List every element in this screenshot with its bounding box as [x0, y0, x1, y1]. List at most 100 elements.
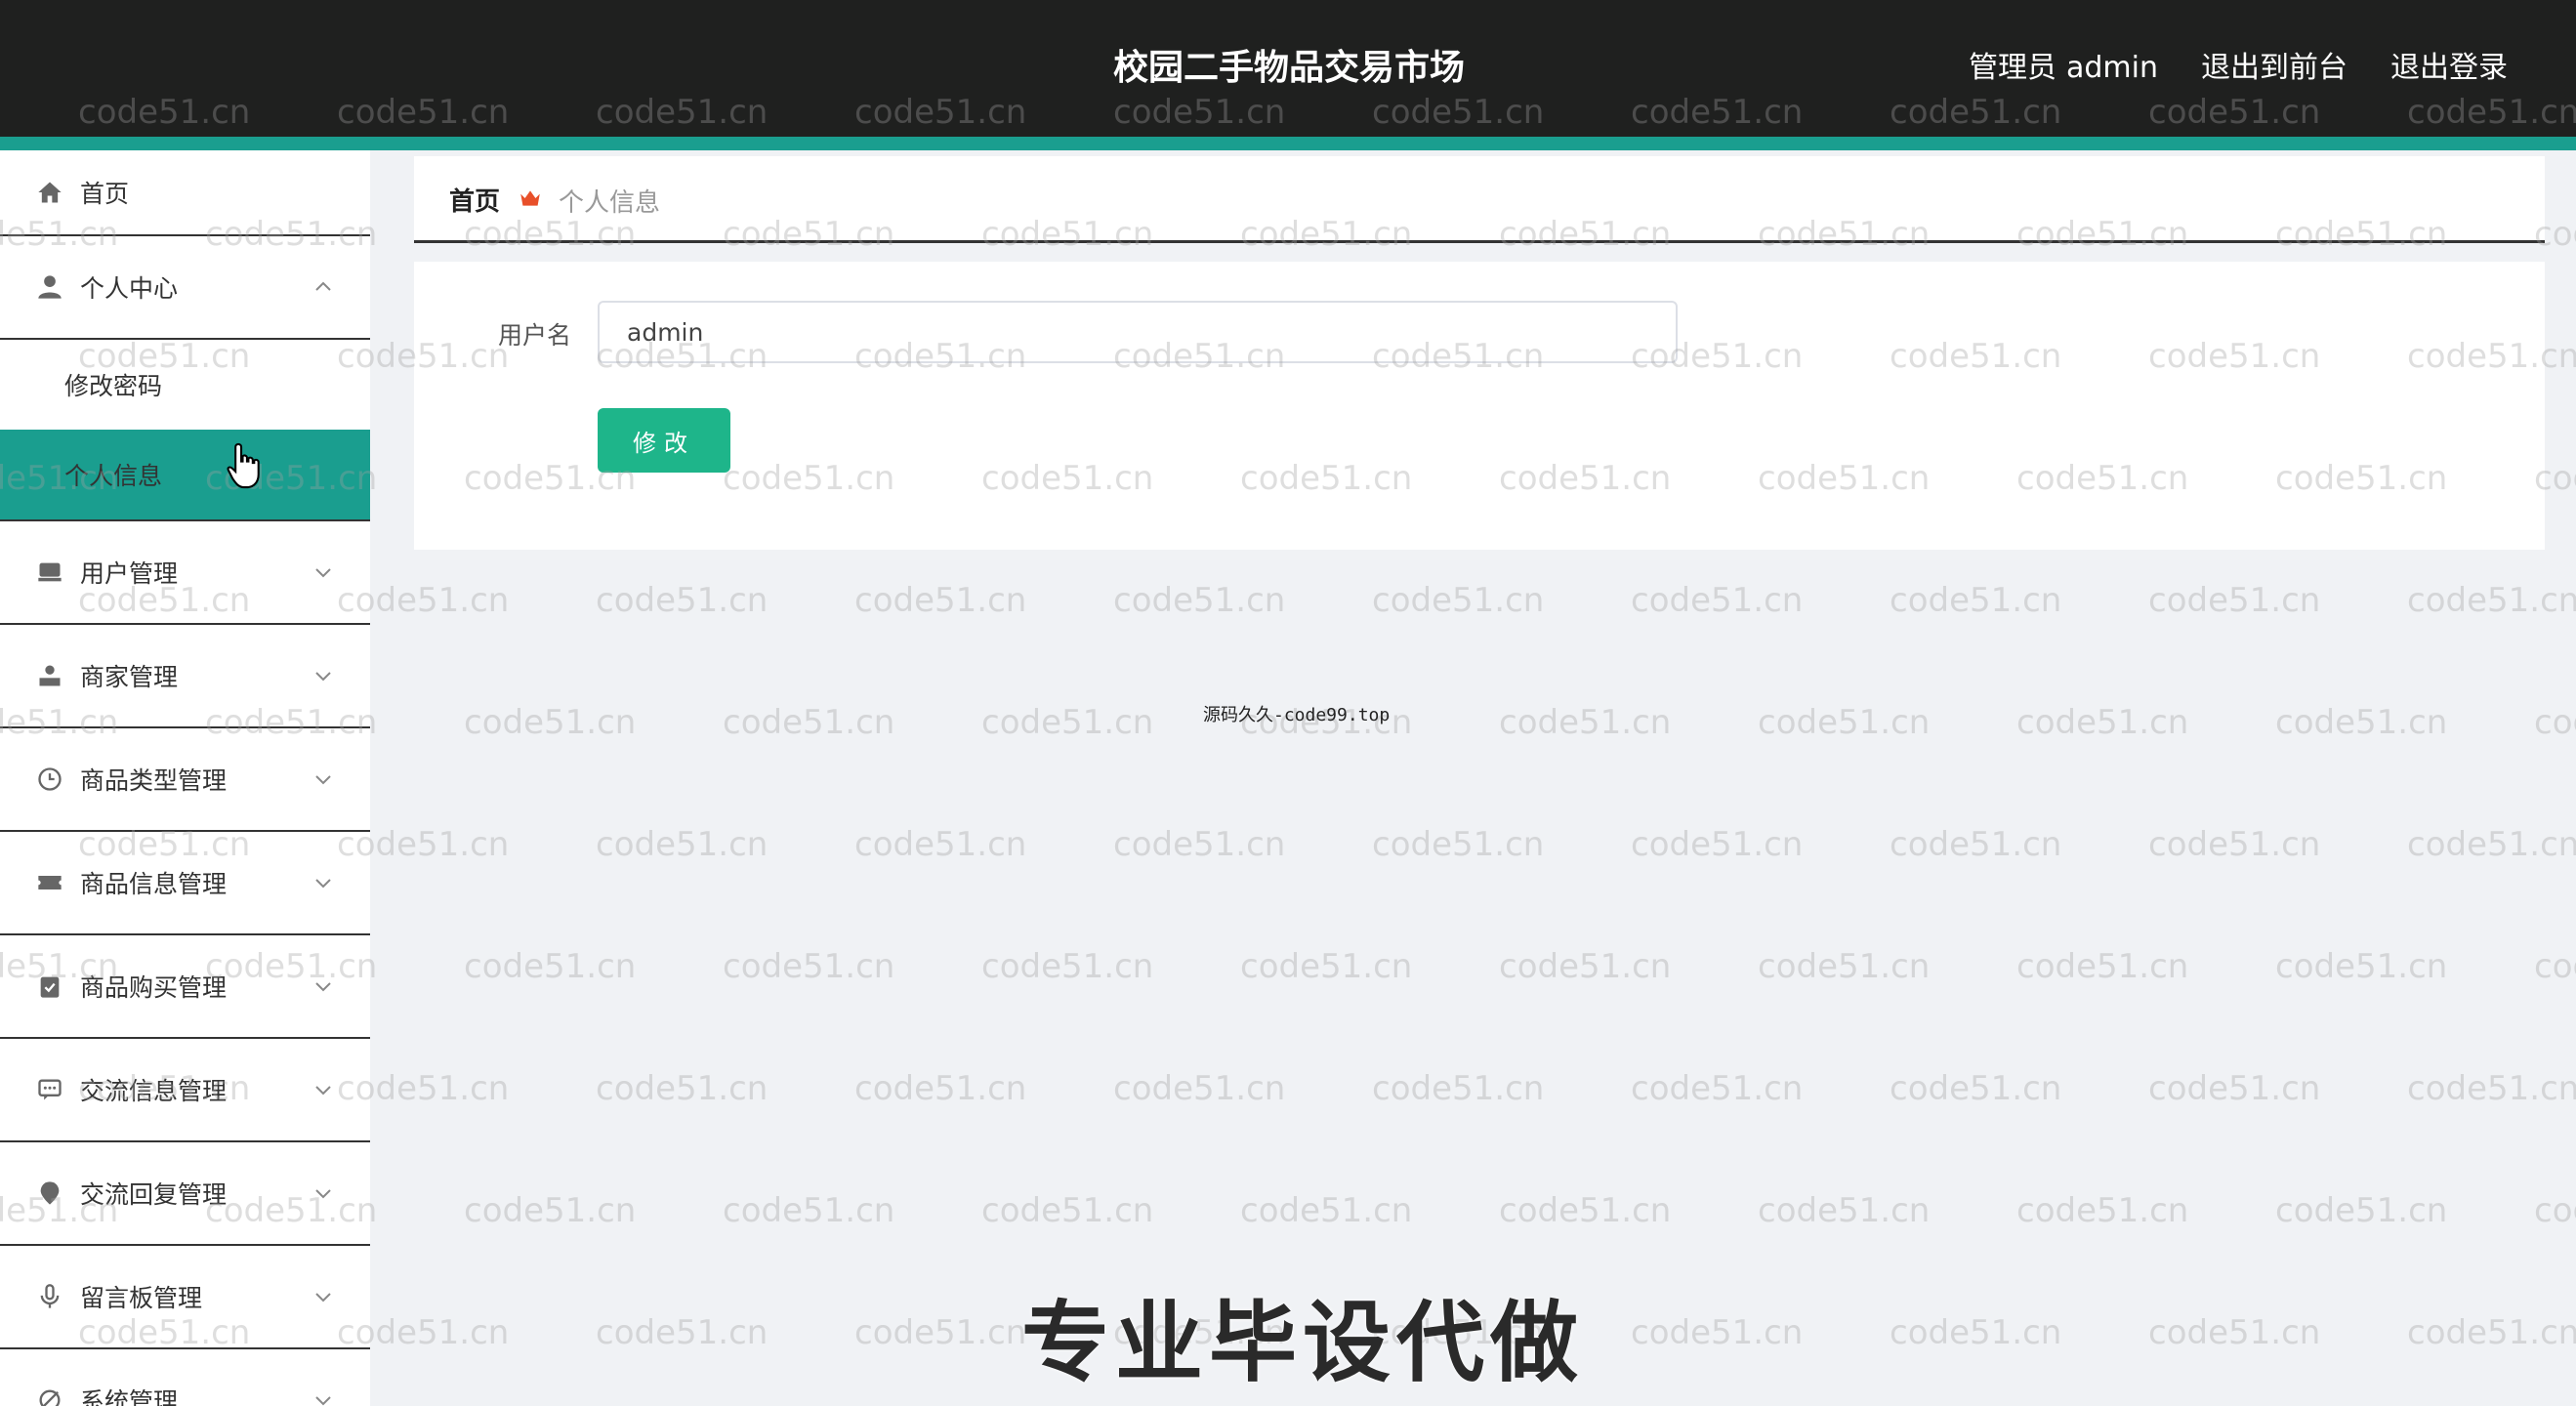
microphone-icon — [33, 1280, 66, 1313]
sidebar-item-merchant-management[interactable]: 商家管理 — [0, 625, 370, 728]
watermark-text: code51.cn — [723, 947, 895, 986]
watermark-text: code51.cn — [1890, 581, 2062, 620]
watermark-text: code51.cn — [1758, 1191, 1931, 1230]
watermark-text: code51.cn — [464, 947, 637, 986]
chevron-down-icon — [315, 982, 331, 992]
watermark-text: code51.cn — [2016, 703, 2189, 742]
watermark-text: code51.cn — [2275, 1191, 2448, 1230]
chevron-down-icon — [315, 1189, 331, 1199]
sidebar-item-personal-info[interactable]: 个人信息 — [0, 430, 370, 519]
sidebar-item-personal-center[interactable]: 个人中心 — [0, 236, 370, 340]
sidebar: 首页 个人中心 修改密码 个人信息 用户管理 商家管理 商品类型管理 商品信息管… — [0, 150, 370, 1406]
watermark-text: code51.cn — [464, 1191, 637, 1230]
breadcrumb-current: 个人信息 — [559, 188, 661, 218]
watermark-text: code51.cn — [1113, 581, 1286, 620]
watermark-text: code51.cn — [981, 703, 1154, 742]
clock-icon — [33, 763, 66, 796]
watermark-text: code51.cn — [1631, 1313, 1804, 1352]
breadcrumb: 首页 个人信息 — [414, 156, 2545, 243]
chevron-down-icon — [315, 1086, 331, 1096]
chevron-down-icon — [315, 1293, 331, 1303]
watermark-text: code51.cn — [2534, 947, 2576, 986]
logout-link[interactable]: 退出登录 — [2390, 39, 2508, 98]
sidebar-item-reply-management[interactable]: 交流回复管理 — [0, 1142, 370, 1246]
watermark-text: code51.cn — [1499, 1191, 1672, 1230]
sidebar-item-message-board-management[interactable]: 留言板管理 — [0, 1246, 370, 1349]
watermark-text: code51.cn — [1372, 1069, 1545, 1108]
sidebar-item-user-management[interactable]: 用户管理 — [0, 521, 370, 625]
chevron-down-icon — [315, 879, 331, 889]
watermark-text: code51.cn — [2407, 825, 2576, 864]
watermark-text: code51.cn — [2407, 1069, 2576, 1108]
clipboard-icon — [33, 970, 66, 1003]
top-header: 校园二手物品交易市场 管理员 admin 退出到前台 退出登录 — [0, 0, 2576, 137]
watermark-text: code51.cn — [1631, 1069, 1804, 1108]
home-icon — [33, 176, 66, 209]
watermark-text: code51.cn — [2534, 703, 2576, 742]
ticket-icon — [33, 866, 66, 899]
username-field[interactable] — [598, 301, 1678, 363]
sidebar-item-label: 商品类型管理 — [80, 766, 228, 795]
location-icon — [33, 1177, 66, 1210]
sidebar-item-exchange-info-management[interactable]: 交流信息管理 — [0, 1039, 370, 1142]
exit-to-front-link[interactable]: 退出到前台 — [2201, 39, 2347, 98]
sidebar-item-purchase-management[interactable]: 商品购买管理 — [0, 935, 370, 1039]
watermark-text: code51.cn — [2534, 1191, 2576, 1230]
watermark-text: code51.cn — [1372, 825, 1545, 864]
watermark-text: code51.cn — [1890, 1069, 2062, 1108]
watermark-text: code51.cn — [981, 947, 1154, 986]
watermark-text: code51.cn — [2148, 1313, 2321, 1352]
watermark-text: code51.cn — [1113, 825, 1286, 864]
watermark-text: code51.cn — [2275, 703, 2448, 742]
current-user: 管理员 admin — [1969, 39, 2158, 98]
watermark-text: code51.cn — [596, 581, 769, 620]
watermark-text: code51.cn — [596, 1313, 769, 1352]
modify-button[interactable]: 修改 — [598, 408, 730, 473]
app-title: 校园二手物品交易市场 — [1112, 48, 1465, 88]
sidebar-item-category-management[interactable]: 商品类型管理 — [0, 728, 370, 832]
watermark-text: code51.cn — [981, 1191, 1154, 1230]
watermark-text: code51.cn — [2016, 1191, 2189, 1230]
watermark-text: code51.cn — [1240, 1191, 1413, 1230]
sidebar-item-goods-info-management[interactable]: 商品信息管理 — [0, 832, 370, 935]
settings-icon — [33, 1384, 66, 1406]
sidebar-item-label: 用户管理 — [80, 559, 179, 588]
chat-icon — [33, 1073, 66, 1106]
watermark-text: code51.cn — [464, 703, 637, 742]
crown-icon — [520, 190, 540, 206]
chevron-down-icon — [315, 1396, 331, 1406]
chevron-down-icon — [315, 775, 331, 785]
watermark-text: code51.cn — [854, 825, 1027, 864]
personal-info-form: 用户名 修改 — [414, 262, 2545, 550]
watermark-text: code51.cn — [2148, 1069, 2321, 1108]
watermark-text: code51.cn — [1631, 825, 1804, 864]
watermark-text: code51.cn — [2148, 581, 2321, 620]
watermark-text: code51.cn — [1499, 947, 1672, 986]
user-name: admin — [2066, 51, 2158, 85]
watermark-text: code51.cn — [2148, 825, 2321, 864]
watermark-text: code51.cn — [1372, 581, 1545, 620]
chevron-down-icon — [315, 568, 331, 578]
watermark-text: code51.cn — [1758, 947, 1931, 986]
sidebar-item-label: 首页 — [80, 180, 130, 208]
sidebar-item-home[interactable]: 首页 — [0, 150, 370, 236]
merchant-icon — [33, 659, 66, 692]
sidebar-item-system-management[interactable]: 系统管理 — [0, 1349, 370, 1406]
chevron-down-icon — [315, 672, 331, 682]
sidebar-item-label: 商家管理 — [80, 663, 179, 691]
watermark-text: code51.cn — [1631, 581, 1804, 620]
user-icon — [33, 270, 66, 304]
watermark-text: code51.cn — [723, 1191, 895, 1230]
sidebar-item-label: 商品信息管理 — [80, 870, 228, 898]
watermark-text: code51.cn — [2275, 947, 2448, 986]
sidebar-item-change-password[interactable]: 修改密码 — [0, 340, 370, 430]
sidebar-item-label: 交流回复管理 — [80, 1180, 228, 1209]
watermark-text: code51.cn — [1758, 703, 1931, 742]
breadcrumb-home[interactable]: 首页 — [449, 182, 500, 218]
center-note: 源码久久-code99.top — [1203, 705, 1391, 725]
watermark-text: code51.cn — [723, 703, 895, 742]
watermark-text: code51.cn — [1240, 947, 1413, 986]
watermark-text: code51.cn — [854, 581, 1027, 620]
personal-center-submenu: 修改密码 个人信息 — [0, 340, 370, 521]
promo-text: 专业毕设代做 — [1021, 1292, 1584, 1394]
